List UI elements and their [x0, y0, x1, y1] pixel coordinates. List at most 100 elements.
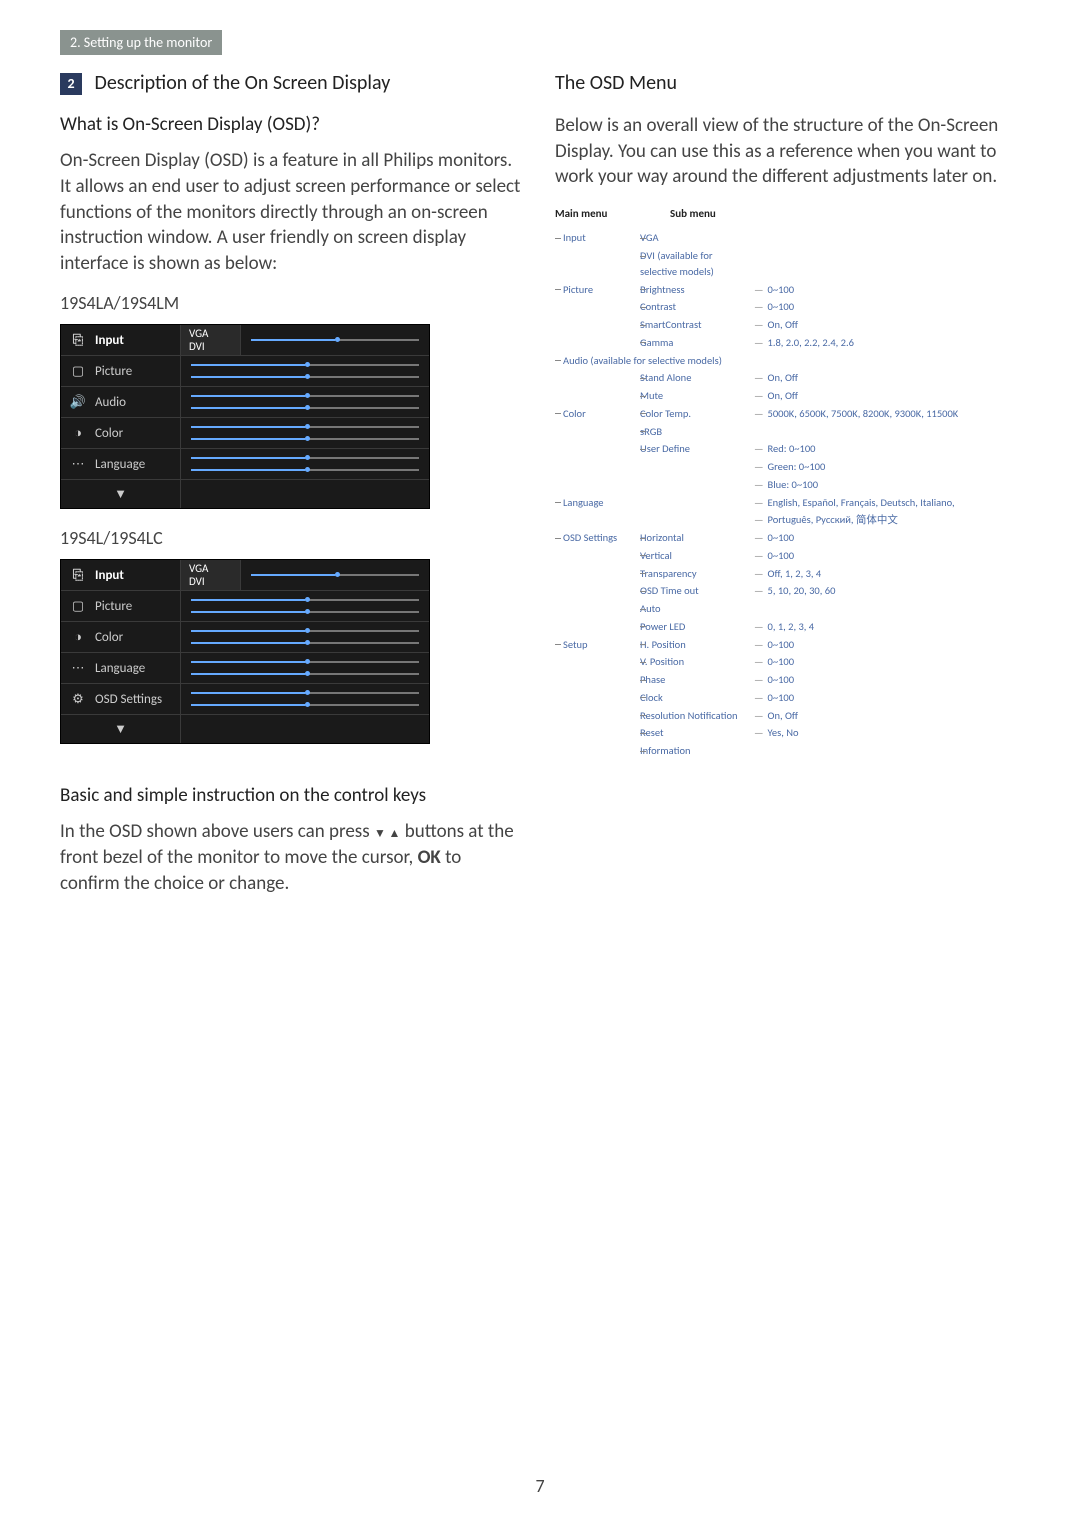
osd-submenu-item[interactable]: DVI	[189, 575, 232, 588]
osd-menu-row[interactable]: ⋯Language	[61, 449, 429, 480]
osd-menu-row[interactable]: ▢Picture	[61, 356, 429, 387]
osd-menu-item[interactable]: ◑Color	[61, 418, 181, 448]
osd-menu-item[interactable]: ⋯Language	[61, 449, 181, 479]
osd-menu-row[interactable]: ⚙OSD Settings	[61, 684, 429, 715]
tree-main-item: Language	[555, 495, 640, 511]
osd-slider[interactable]	[191, 395, 419, 397]
tree-row: .sRGB	[555, 424, 1020, 440]
osd-slider[interactable]	[191, 630, 419, 632]
tree-row: .SmartContrast—On, Off	[555, 317, 1020, 333]
tree-row: .Gamma—1.8, 2.0, 2.2, 2.4, 2.6	[555, 335, 1020, 351]
tree-sub-item: Resolution Notification	[640, 708, 750, 724]
osd-menu-row[interactable]: ▢Picture	[61, 591, 429, 622]
tree-row: Language.—English, Español, Français, De…	[555, 495, 1020, 511]
osd-menu-heading: The OSD Menu	[555, 71, 1020, 95]
tree-value: —On, Off	[750, 708, 1020, 724]
picture-icon: ▢	[69, 362, 87, 380]
osd-slider[interactable]	[191, 599, 419, 601]
tree-sub-item: Information	[640, 743, 750, 759]
tree-row: InputVGA	[555, 230, 1020, 246]
tree-main-item: Audio (available for selective models)	[555, 353, 1020, 369]
osd-slider[interactable]	[191, 364, 419, 366]
osd-slider[interactable]	[191, 611, 419, 613]
picture-icon: ▢	[69, 597, 87, 615]
osd-menu-item[interactable]: ⚙OSD Settings	[61, 684, 181, 714]
tree-value: —0~100	[750, 672, 1020, 688]
tree-sub-item: DVI (available for selective models)	[640, 248, 750, 280]
osd-submenu-item[interactable]: VGA	[189, 562, 232, 575]
osd-menu-row[interactable]: 🔊Audio	[61, 387, 429, 418]
osd-slider-area	[181, 418, 429, 448]
osd-menu-item[interactable]: ⎘Input	[61, 560, 181, 590]
tree-main-item: Input	[555, 230, 640, 246]
osd-menu-item[interactable]: ▢Picture	[61, 356, 181, 386]
tree-value: —0~100	[750, 530, 1020, 546]
osd-slider[interactable]	[251, 339, 419, 341]
osd-menu-row[interactable]: ⎘InputVGADVI	[61, 560, 429, 591]
right-column: The OSD Menu Below is an overall view of…	[555, 65, 1020, 912]
osd-slider[interactable]	[191, 426, 419, 428]
osd-menu-item[interactable]: ⎘Input	[61, 325, 181, 355]
osd-menu-item[interactable]: ◑Color	[61, 622, 181, 652]
tree-sub-item: sRGB	[640, 424, 750, 440]
osd-menu-item[interactable]: 🔊Audio	[61, 387, 181, 417]
basic-instruction-paragraph: In the OSD shown above users can press ▼…	[60, 819, 525, 896]
tree-row: .User Define—Red: 0~100	[555, 441, 1020, 457]
osd-menu-item[interactable]: ⋯Language	[61, 653, 181, 683]
osd-slider-area	[181, 591, 429, 621]
osd-menu-item[interactable]: ▢Picture	[61, 591, 181, 621]
osd-slider-area	[181, 449, 429, 479]
osd-panel-1: ⎘InputVGADVI▢Picture🔊Audio◑Color⋯Languag…	[60, 324, 430, 509]
tree-row: .V. Position—0~100	[555, 654, 1020, 670]
osd-scroll-down[interactable]: ▼	[61, 715, 181, 743]
breadcrumb: 2. Setting up the monitor	[60, 30, 222, 55]
tree-row: .Reset—Yes, No	[555, 725, 1020, 741]
tree-row: ..—Green: 0~100	[555, 459, 1020, 475]
osd-slider[interactable]	[191, 438, 419, 440]
osd-slider[interactable]	[191, 661, 419, 663]
osd-menu-row[interactable]: ◑Color	[61, 418, 429, 449]
tree-row: ColorColor Temp.—5000K, 6500K, 7500K, 82…	[555, 406, 1020, 422]
osd-submenu-item[interactable]: DVI	[189, 340, 232, 353]
osd-menu-row[interactable]: ◑Color	[61, 622, 429, 653]
tree-row: .Stand Alone—On, Off	[555, 370, 1020, 386]
tree-value: —Blue: 0~100	[750, 477, 1020, 493]
osd-slider[interactable]	[191, 692, 419, 694]
color-icon: ◑	[69, 628, 87, 646]
osd-slider[interactable]	[191, 642, 419, 644]
osd-slider-area	[181, 684, 429, 714]
ok-label: OK	[418, 846, 441, 869]
osd-slider[interactable]	[191, 407, 419, 409]
tree-main-item: Color	[555, 406, 640, 422]
tree-value: —0~100	[750, 299, 1020, 315]
osd-slider[interactable]	[191, 469, 419, 471]
tree-sub-item: Color Temp.	[640, 406, 750, 422]
tree-value: —Off, 1, 2, 3, 4	[750, 566, 1020, 582]
osd-slider[interactable]	[191, 673, 419, 675]
osd-slider[interactable]	[191, 704, 419, 706]
tree-value: —0~100	[750, 548, 1020, 564]
osd-submenu[interactable]: VGADVI	[181, 560, 241, 590]
language-icon: ⋯	[69, 455, 87, 473]
osd-menu-paragraph: Below is an overall view of the structur…	[555, 113, 1020, 190]
osd-slider[interactable]	[251, 574, 419, 576]
tree-main-item: Setup	[555, 637, 640, 653]
tree-row: .Contrast—0~100	[555, 299, 1020, 315]
osd-submenu[interactable]: VGADVI	[181, 325, 241, 355]
osd-slider-area	[181, 356, 429, 386]
tree-row: PictureBrightness—0~100	[555, 282, 1020, 298]
tree-value: —0, 1, 2, 3, 4	[750, 619, 1020, 635]
tree-row: .DVI (available for selective models)	[555, 248, 1020, 280]
osd-slider[interactable]	[191, 376, 419, 378]
osd-menu-row[interactable]: ⎘InputVGADVI	[61, 325, 429, 356]
model-label-1: 19S4LA/19S4LM	[60, 292, 525, 314]
tree-value: —0~100	[750, 654, 1020, 670]
osd-scroll-down[interactable]: ▼	[61, 480, 181, 508]
model-label-2: 19S4L/19S4LC	[60, 527, 525, 549]
osd-slider[interactable]	[191, 457, 419, 459]
tree-value: —0~100	[750, 282, 1020, 298]
tree-sub-item: Clock	[640, 690, 750, 706]
osd-menu-row[interactable]: ⋯Language	[61, 653, 429, 684]
osd-submenu-item[interactable]: VGA	[189, 327, 232, 340]
osd-panel-2: ⎘InputVGADVI▢Picture◑Color⋯Language⚙OSD …	[60, 559, 430, 744]
